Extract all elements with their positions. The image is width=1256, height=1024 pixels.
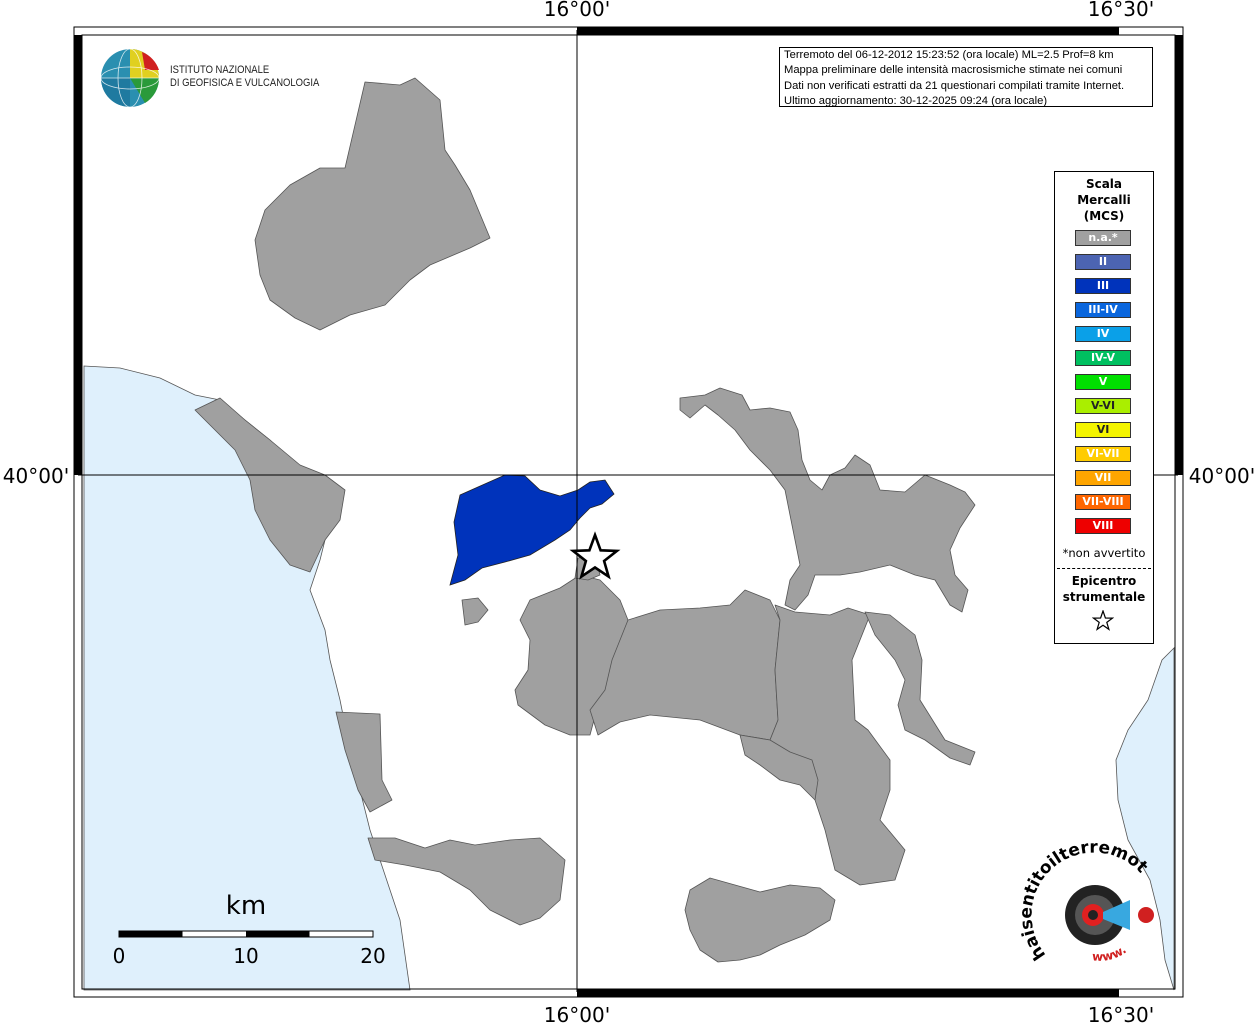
legend-swatch: IV [1075, 326, 1131, 342]
lat-label-left: 40°00' [3, 464, 69, 488]
legend-epicenter-line: Epicentro [1071, 574, 1137, 588]
municipality-na [461, 597, 489, 626]
legend-title: Scala Mercalli (MCS) [1055, 176, 1153, 224]
legend-epicenter-label: Epicentro strumentale [1055, 573, 1153, 605]
event-info-line: Terremoto del 06-12-2012 15:23:52 (ora l… [784, 49, 1114, 61]
legend-swatch: V [1075, 374, 1131, 390]
legend-star-icon [1092, 610, 1114, 631]
frame-band-bottom [577, 989, 1119, 997]
lat-label-right: 40°00' [1189, 464, 1255, 488]
lon-label-top: 16°00' [544, 0, 610, 21]
legend-swatch: VI-VII [1075, 446, 1131, 462]
ingv-name-line: ISTITUTO NAZIONALE [170, 64, 270, 76]
ingv-globe-icon [100, 48, 160, 108]
mcs-legend: Scala Mercalli (MCS) n.a.* II III III-IV IV I… [1054, 171, 1154, 644]
legend-title-line: Scala [1085, 177, 1123, 191]
legend-swatch: VII-VIII [1075, 494, 1131, 510]
legend-swatch: VI [1075, 422, 1131, 438]
legend-swatch: V-VI [1075, 398, 1131, 414]
event-info-box: Terremoto del 06-12-2012 15:23:52 (ora l… [779, 47, 1153, 107]
event-info-line: Mappa preliminare delle intensità macros… [784, 64, 1123, 77]
lon-label-bottom: 16°00' [544, 1003, 610, 1024]
legend-swatch: IV-V [1075, 350, 1131, 366]
legend-title-line: (MCS) [1083, 209, 1125, 223]
hst-www-text: www. [1092, 942, 1129, 964]
scale-unit: km [226, 891, 266, 921]
scale-label: 0 [113, 944, 126, 968]
legend-swatch: III [1075, 278, 1131, 294]
scale-label: 10 [233, 944, 258, 968]
frame-band-right [1175, 35, 1183, 475]
legend-swatch: VII [1075, 470, 1131, 486]
frame-band-left [74, 35, 82, 475]
municipality-na [679, 387, 976, 613]
frame-band-top [577, 27, 1119, 35]
sea-east [1115, 647, 1175, 991]
event-info-line: Dati non verificati estratti da 21 quest… [784, 79, 1125, 92]
legend-epicenter-line: strumentale [1062, 590, 1146, 604]
legend-note: *non avvertito [1062, 546, 1146, 560]
municipality-na [684, 877, 836, 963]
municipality-na [254, 77, 491, 331]
scale-label: 20 [360, 944, 385, 968]
municipality-na [864, 611, 976, 766]
event-info-line: Ultimo aggiornamento: 30-12-2025 09:24 (… [784, 95, 1048, 107]
legend-swatch: II [1075, 254, 1131, 270]
lon-label-top: 16°30' [1088, 0, 1154, 21]
ingv-logo-text: ISTITUTO NAZIONALE DI GEOFISICA E VULCAN… [170, 64, 319, 90]
legend-swatch: VIII [1075, 518, 1131, 534]
lon-label-bottom: 16°30' [1088, 1003, 1154, 1024]
legend-swatch: III-IV [1075, 302, 1131, 318]
legend-divider [1057, 568, 1151, 569]
legend-swatch: n.a.* [1075, 230, 1131, 246]
ingv-name-line: DI GEOFISICA E VULCANOLOGIA [170, 77, 320, 89]
legend-title-line: Mercalli [1077, 193, 1131, 207]
